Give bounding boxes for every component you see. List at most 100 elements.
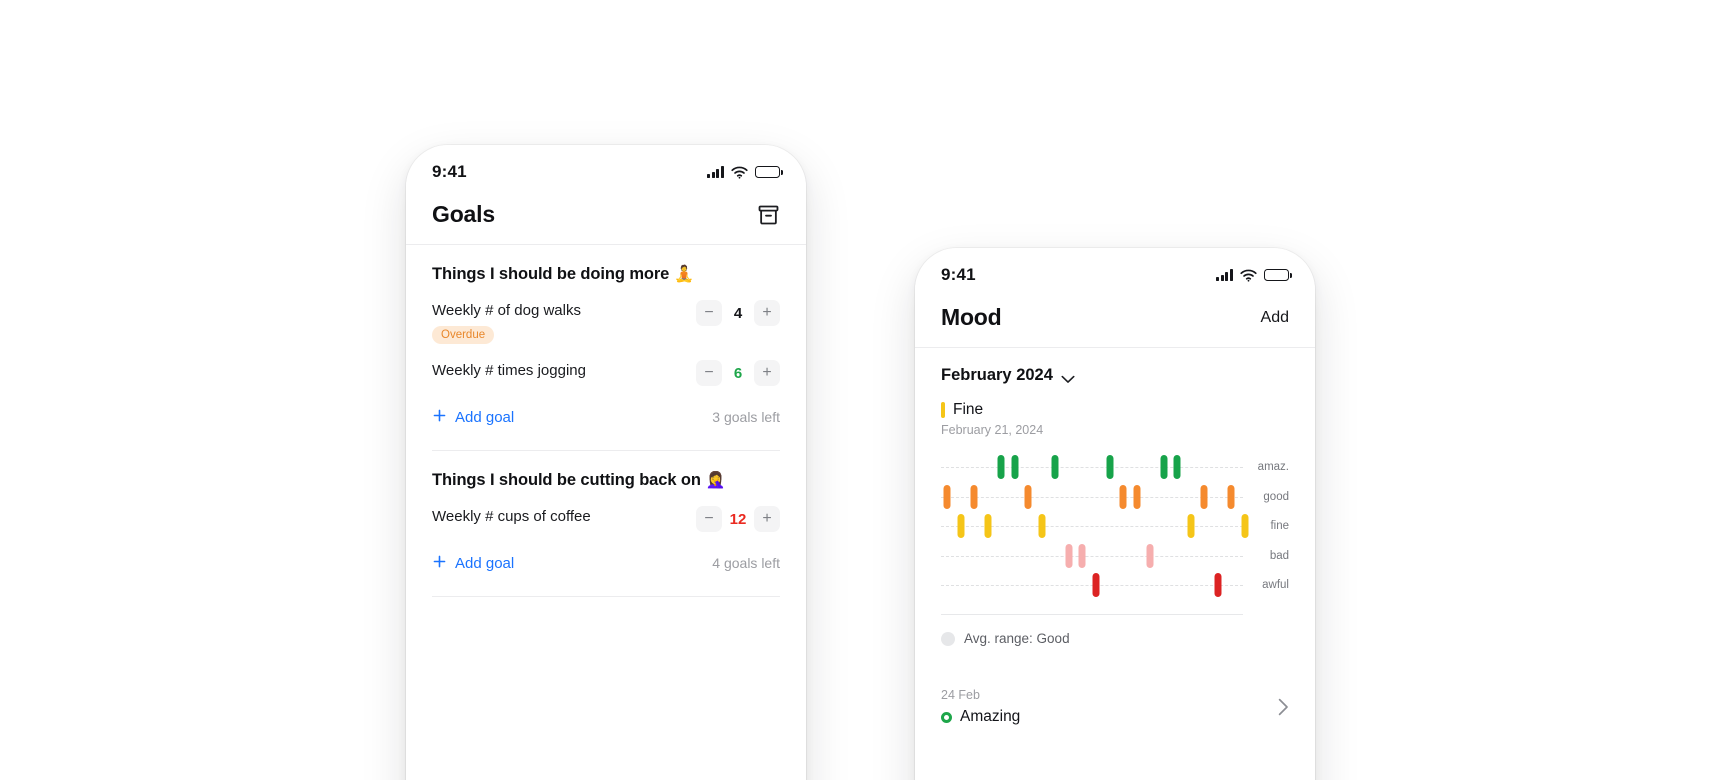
add-entry-button[interactable]: Add <box>1261 309 1289 327</box>
goal-name: Weekly # times jogging <box>432 362 586 379</box>
average-range-label: Avg. range: Good <box>964 631 1070 646</box>
goals-phone-frame: 9:41 Goals Things I should be doing more… <box>406 145 806 780</box>
chart-baseline <box>941 614 1243 615</box>
chevron-right-icon[interactable] <box>1278 698 1289 716</box>
quantity-stepper: − 12 + <box>696 506 780 532</box>
chart-gridline <box>941 496 1243 498</box>
mood-data-point <box>1200 484 1208 509</box>
mood-content: February 2024 Fine February 21, 2024 ama <box>915 348 1315 726</box>
goals-header: Goals <box>406 191 806 245</box>
mood-chart[interactable]: amaz. good fine bad awful <box>941 453 1289 615</box>
facepalm-emoji-icon: 🤦‍♀️ <box>705 471 726 489</box>
mood-data-point <box>1241 514 1249 538</box>
mood-ring-icon <box>941 711 952 723</box>
mood-header: Mood Add <box>915 294 1315 348</box>
screenshot-canvas: 9:41 Goals Things I should be doing more… <box>0 0 1732 780</box>
month-selector[interactable]: February 2024 <box>941 348 1289 385</box>
chart-axis-label: awful <box>1262 579 1289 591</box>
chart-gridline <box>941 467 1243 468</box>
status-bar: 9:41 <box>406 145 806 191</box>
page-title: Mood <box>941 304 1002 330</box>
quantity-stepper: − 6 + <box>696 360 780 386</box>
current-mood: Fine <box>941 401 1289 419</box>
list-item[interactable]: 24 Feb Amazing <box>941 688 1289 726</box>
mood-data-point <box>1024 484 1032 509</box>
mood-data-point <box>1173 455 1181 479</box>
current-mood-date: February 21, 2024 <box>941 423 1044 437</box>
mood-data-point <box>1146 543 1154 568</box>
goals-remaining-count: 3 goals left <box>712 409 780 425</box>
mood-screen: 9:41 Mood Add February 2024 Fine Februar… <box>915 248 1315 780</box>
goal-row[interactable]: Weekly # of dog walks Overdue − 4 + <box>432 286 780 346</box>
goal-value: 12 <box>729 510 747 528</box>
entry-date: 24 Feb <box>941 688 980 702</box>
mood-data-point <box>1078 543 1086 568</box>
archive-box-icon[interactable] <box>757 204 780 226</box>
chart-axis-label: fine <box>1270 520 1289 532</box>
add-goal-label: Add goal <box>455 554 515 572</box>
wifi-icon <box>731 166 748 179</box>
status-time: 9:41 <box>941 265 976 284</box>
goal-name: Weekly # cups of coffee <box>432 508 591 525</box>
mood-data-point <box>970 484 978 509</box>
mood-data-point <box>1065 543 1073 568</box>
goal-value: 6 <box>733 364 743 382</box>
status-bar: 9:41 <box>915 248 1315 294</box>
mood-data-point <box>1214 573 1222 597</box>
decrement-button[interactable]: − <box>696 300 722 326</box>
current-mood-label: Fine <box>953 401 984 418</box>
add-goal-button[interactable]: Add goal <box>432 554 514 572</box>
increment-button[interactable]: + <box>754 300 780 326</box>
mood-data-point <box>943 484 951 509</box>
chart-gridline <box>941 555 1243 557</box>
entry-mood-label: Amazing <box>960 708 1021 725</box>
plus-icon <box>432 408 447 426</box>
goal-name: Weekly # of dog walks <box>432 302 581 319</box>
current-mood-block: Fine February 21, 2024 <box>941 401 1289 437</box>
average-dot-icon <box>941 631 955 646</box>
section-divider <box>432 596 780 597</box>
goals-remaining-count: 4 goals left <box>712 555 780 571</box>
month-label: February 2024 <box>941 366 1053 384</box>
mood-data-point <box>1051 455 1059 479</box>
goal-section: Things I should be cutting back on 🤦‍♀️ … <box>432 451 780 597</box>
add-goal-row: Add goal 3 goals left <box>432 388 780 428</box>
goal-info: Weekly # of dog walks Overdue <box>432 302 581 344</box>
chart-axis-label: amaz. <box>1257 461 1289 473</box>
status-icons <box>1216 268 1292 282</box>
battery-icon <box>755 165 783 179</box>
mood-data-point <box>1092 573 1100 597</box>
mood-color-bar <box>941 402 945 418</box>
section-title-text: Things I should be cutting back on <box>432 471 701 489</box>
increment-button[interactable]: + <box>754 506 780 532</box>
goal-row[interactable]: Weekly # cups of coffee − 12 + <box>432 492 780 534</box>
add-goal-button[interactable]: Add goal <box>432 408 514 426</box>
mood-data-point <box>997 455 1005 479</box>
mood-data-point <box>1187 514 1195 538</box>
signal-bars-icon <box>1216 269 1233 281</box>
goals-screen: 9:41 Goals Things I should be doing more… <box>406 145 806 780</box>
mood-data-point <box>1227 484 1235 509</box>
decrement-button[interactable]: − <box>696 360 722 386</box>
mood-chart-plot <box>941 453 1249 603</box>
increment-button[interactable]: + <box>754 360 780 386</box>
chart-axis-label: bad <box>1269 549 1289 562</box>
status-time: 9:41 <box>432 162 467 181</box>
mood-phone-frame: 9:41 Mood Add February 2024 Fine Februar… <box>915 248 1315 780</box>
add-goal-label: Add goal <box>455 408 515 426</box>
chart-axis-label: good <box>1263 490 1289 503</box>
mood-data-point <box>1119 484 1127 509</box>
status-badge: Overdue <box>432 326 495 344</box>
battery-icon <box>1264 268 1292 282</box>
decrement-button[interactable]: − <box>696 506 722 532</box>
section-title: Things I should be doing more 🧘 <box>432 245 780 286</box>
goal-section: Things I should be doing more 🧘 Weekly #… <box>432 245 780 451</box>
section-title-text: Things I should be doing more <box>432 265 670 283</box>
goal-value: 4 <box>733 304 743 322</box>
chevron-down-icon <box>1061 371 1075 383</box>
goal-row[interactable]: Weekly # times jogging − 6 + <box>432 346 780 388</box>
signal-bars-icon <box>707 166 724 178</box>
meditation-emoji-icon: 🧘 <box>674 265 695 283</box>
entry-mood: Amazing <box>941 708 1020 726</box>
mood-data-point <box>1160 455 1168 479</box>
